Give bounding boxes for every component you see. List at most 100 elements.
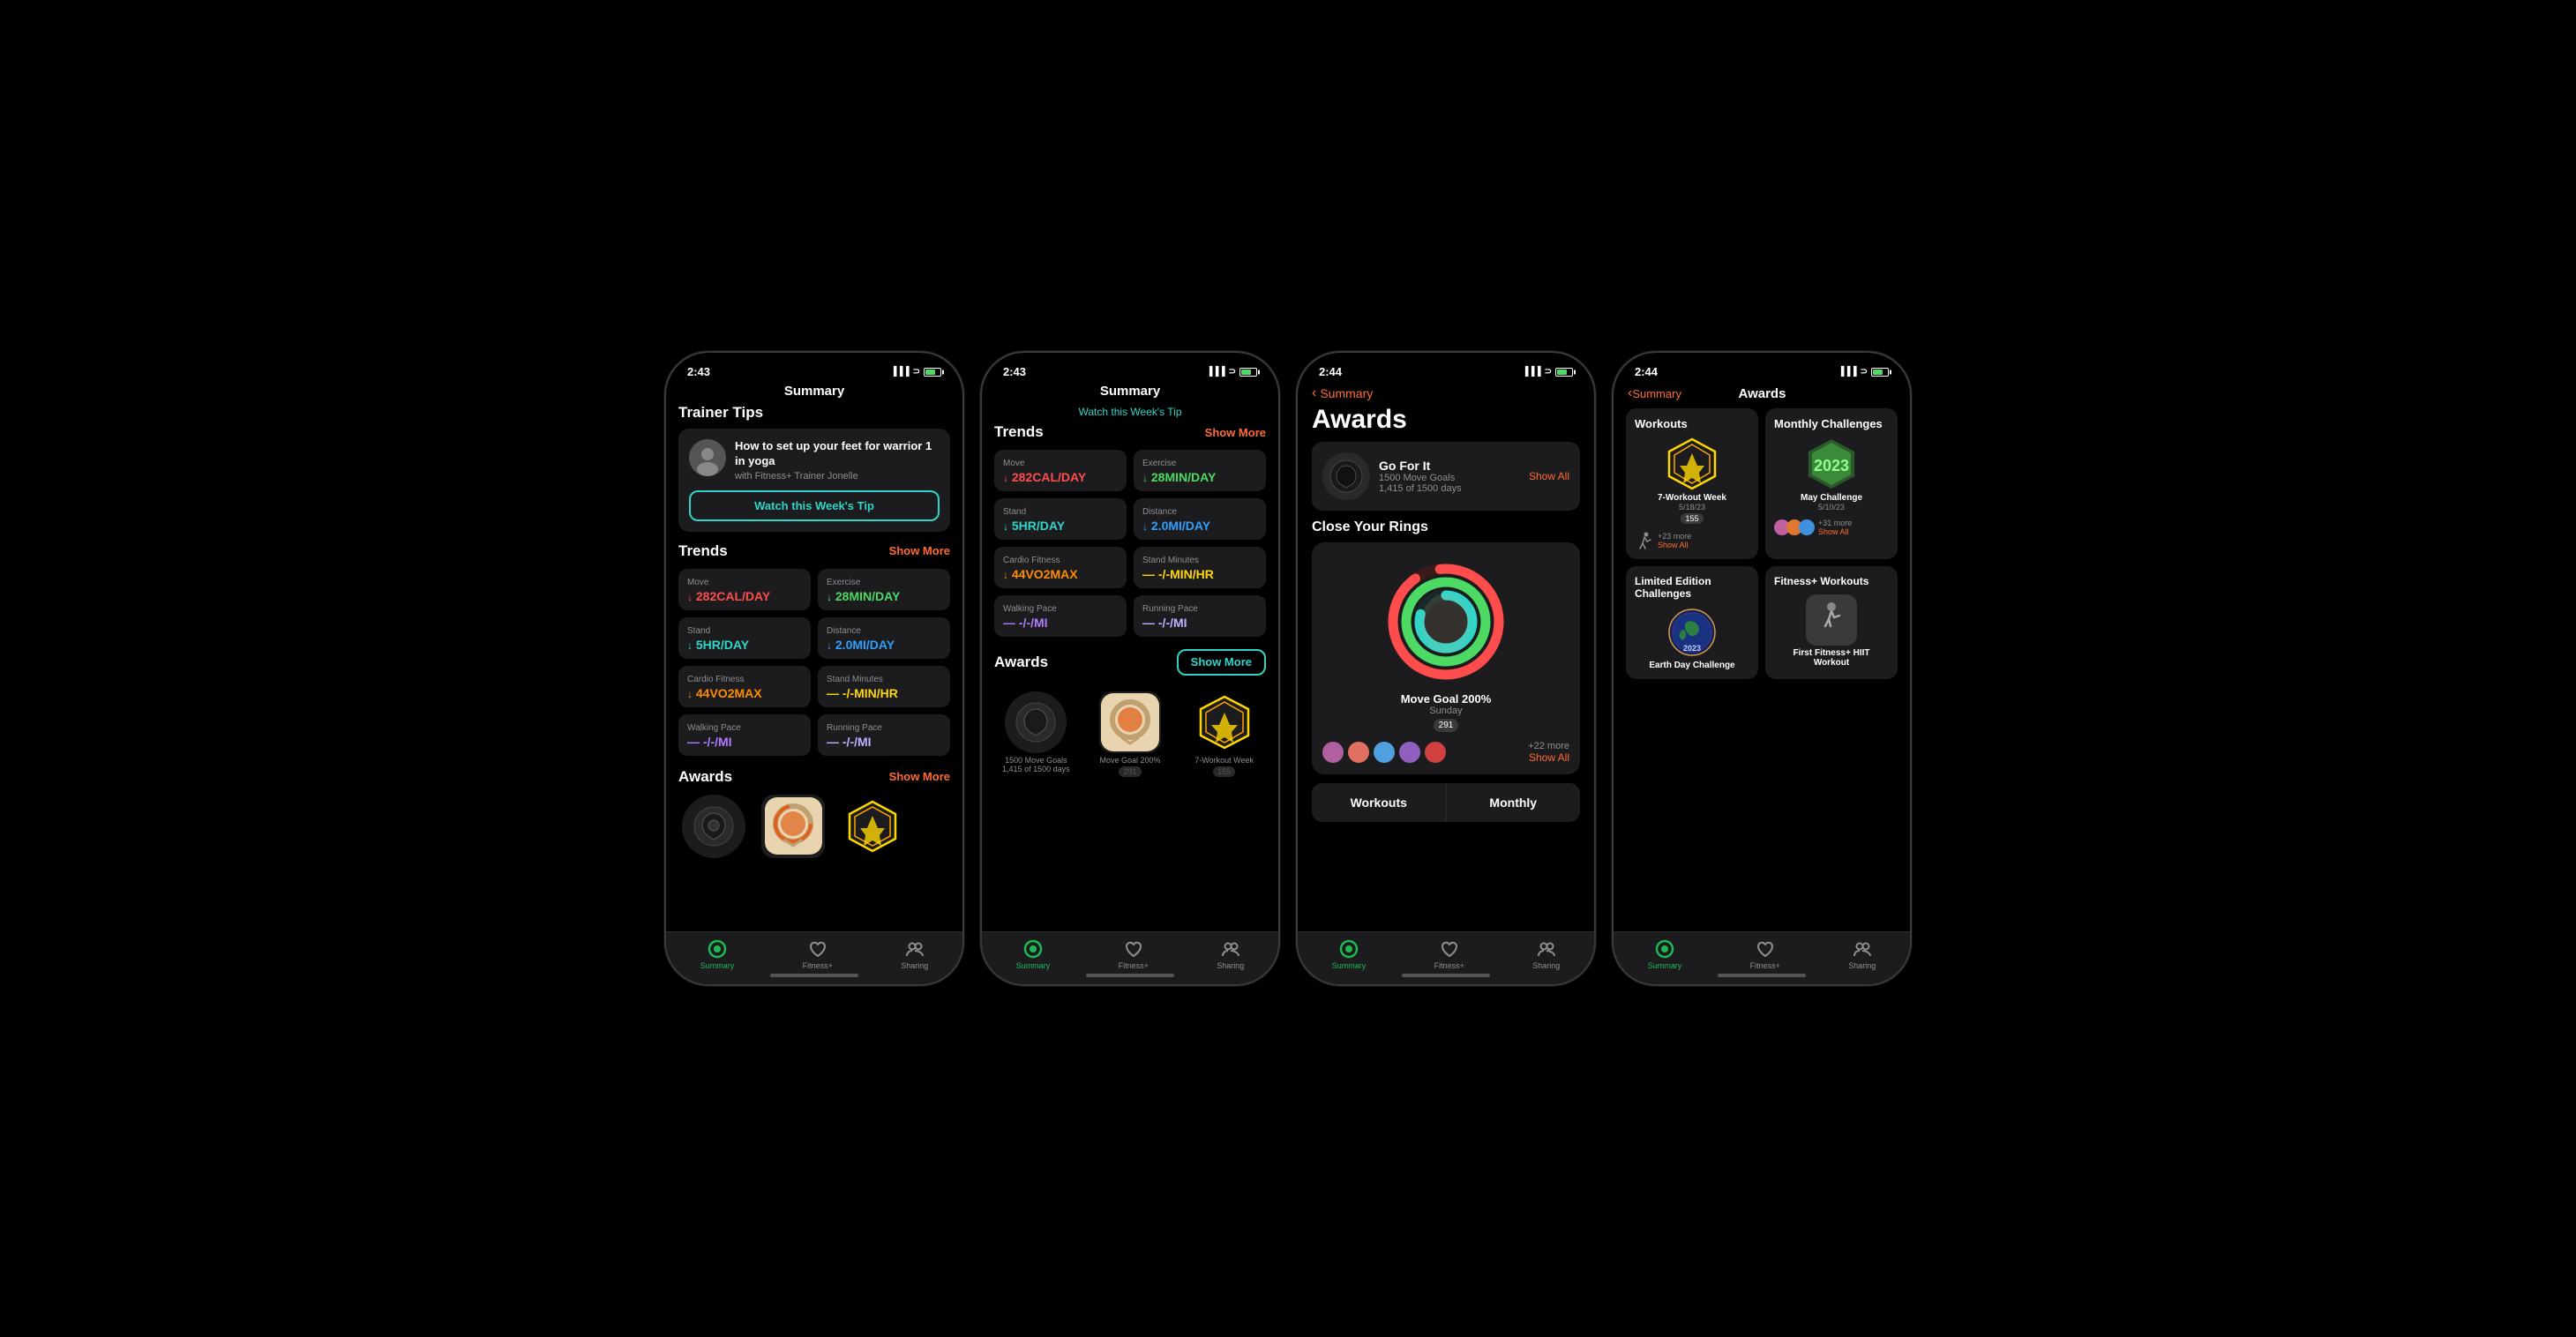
phone-1-nav-title: Summary [666,382,962,404]
wifi-icon-2: ⊃ [1229,367,1236,377]
phone-3-screen: 2:44 ▐▐▐ ⊃ ‹ Summary Awards [1298,353,1594,984]
phone-4-back: ‹ Summary [1628,385,1681,401]
signal-icon: ▐▐▐ [890,367,909,377]
p2-award-3: 7-Workout Week 155 [1182,691,1266,777]
go-for-it-sub2: 1,415 of 1500 days [1379,483,1520,494]
rings-show-all[interactable]: Show All [1529,751,1569,764]
trend-running: Running Pace — -/-/MI [818,714,950,756]
phone-4-dual-header: ‹ Summary Awards [1614,382,1910,401]
phone-2-trends-show-more[interactable]: Show More [1205,426,1266,439]
phone-2-awards-show-more-btn[interactable]: Show More [1177,649,1266,676]
phone-2: 2:43 ▐▐▐ ⊃ Summary Watch this Week's Tip… [980,351,1280,986]
phone-4-content: Workouts 7-Workout Week 5/18/23 155 [1614,401,1910,946]
p2-trend-running: Running Pace — -/-/MI [1134,595,1266,637]
p2-trend-walking: Walking Pace — -/-/MI [994,595,1127,637]
workouts-section: Workouts 7-Workout Week 5/18/23 155 [1626,408,1758,559]
nav-summary-3[interactable]: Summary [1332,939,1367,970]
nav-label-summary-4: Summary [1648,961,1682,970]
nav-sharing-2[interactable]: Sharing [1217,939,1244,970]
battery-icon-4 [1871,368,1889,377]
tab-workouts[interactable]: Workouts [1312,783,1446,822]
monthly-section: Monthly Challenges 2023 May Challenge 5/… [1765,408,1898,559]
rings-dots-row: +22 more Show All [1322,741,1569,764]
nav-summary-1[interactable]: Summary [700,939,735,970]
phone-1: 2:43 ▐▐▐ ⊃ Summary Trainer Tips [664,351,964,986]
phone-3-content: Awards Go For It 1500 Move Goals [1298,401,1594,940]
phone-2-home-indicator [1086,974,1174,977]
phone-4: 2:44 ▐▐▐ ⊃ ‹ Summary Awards [1612,351,1912,986]
nav-label-fitness-4: Fitness+ [1750,961,1780,970]
watch-btn[interactable]: Watch this Week's Tip [689,490,940,521]
phone-1-screen: 2:43 ▐▐▐ ⊃ Summary Trainer Tips [666,353,962,984]
phone-1-trends-title: Trends [678,542,728,560]
phone-2-status-icons: ▐▐▐ ⊃ [1206,367,1257,377]
earth-day-title: Earth Day Challenge [1649,661,1734,670]
rings-more-count: +22 more [1528,741,1569,751]
phone-2-notch [1077,353,1183,383]
go-for-it-show-all[interactable]: Show All [1529,470,1569,482]
phone-2-scroll: Trends Show More Move ↓ 282CAL/DAY Exerc… [982,423,1278,956]
award-badge-1 [682,795,745,858]
phone-2-awards-row: 1500 Move Goals 1,415 of 1500 days [994,684,1266,784]
phone-2-trends-title: Trends [994,423,1044,441]
award-item-2 [758,795,828,858]
back-text-4[interactable]: Summary [1632,387,1681,400]
fitness-plus-title: Fitness+ Workouts [1774,575,1889,587]
tab-monthly[interactable]: Monthly [1446,783,1581,822]
battery-icon-2 [1239,368,1257,377]
trainer-tip-sub: with Fitness+ Trainer Jonelle [735,471,940,482]
nav-fitness-1[interactable]: Fitness+ [803,939,833,970]
limited-title: Limited Edition Challenges [1635,575,1749,600]
dot-4 [1399,742,1420,763]
signal-icon-4: ▐▐▐ [1838,367,1856,377]
workout-show-all[interactable]: Show All [1658,541,1691,549]
nav-sharing-1[interactable]: Sharing [901,939,928,970]
nav-summary-2[interactable]: Summary [1016,939,1051,970]
trainer-tip-title: How to set up your feet for warrior 1 in… [735,439,940,469]
phone-1-awards-show-more[interactable]: Show More [889,770,950,783]
workout-more-count: +23 more [1658,532,1691,541]
phone-4-status-icons: ▐▐▐ ⊃ [1838,367,1889,377]
dot-3 [1374,742,1395,763]
nav-sharing-4[interactable]: Sharing [1848,939,1876,970]
award-item-1 [678,795,749,858]
fitness-plus-section: Fitness+ Workouts First Fitness+ HIIT Wo… [1765,566,1898,679]
svg-text:2023: 2023 [1814,457,1849,474]
monthly-show-all[interactable]: Show All [1818,527,1852,536]
nav-label-fitness-2: Fitness+ [1119,961,1149,970]
dot-5 [1425,742,1446,763]
phone-1-trainer-tips-title: Trainer Tips [678,404,950,422]
nav-label-summary-2: Summary [1016,961,1051,970]
wifi-icon-4: ⊃ [1861,367,1868,377]
phone-2-awards-header: Awards Show More [994,649,1266,676]
phone-2-watch-tip[interactable]: Watch this Week's Tip [982,402,1278,423]
trend-cardio: Cardio Fitness ↓ 44VO2MAX [678,666,811,707]
monthly-more-count: +31 more [1818,519,1852,527]
back-text-3[interactable]: Summary [1320,386,1373,400]
workouts-title: Workouts [1635,417,1749,430]
phone-4-notch [1709,353,1815,383]
phone-1-trainer-card: How to set up your feet for warrior 1 in… [678,429,950,532]
battery-icon [924,368,941,377]
phone-2-trends-header: Trends Show More [994,423,1266,441]
trainer-text: How to set up your feet for warrior 1 in… [735,439,940,482]
signal-icon-2: ▐▐▐ [1206,367,1224,377]
dot-1 [1322,742,1344,763]
phone-4-home-indicator [1718,974,1806,977]
p2-award-2: Move Goal 200% 291 [1089,691,1172,777]
p2-trend-move: Move ↓ 282CAL/DAY [994,450,1127,491]
nav-sharing-3[interactable]: Sharing [1532,939,1560,970]
phone-4-page-title: Awards [1739,386,1786,401]
phone-3-page-title: Awards [1312,401,1580,442]
workout-more-row: +23 more Show All [1635,531,1749,550]
p2-trend-stand: Stand ↓ 5HR/DAY [994,498,1127,540]
nav-fitness-3[interactable]: Fitness+ [1434,939,1464,970]
nav-fitness-4[interactable]: Fitness+ [1750,939,1780,970]
phone-1-trends-show-more[interactable]: Show More [889,544,950,557]
nav-summary-4[interactable]: Summary [1648,939,1682,970]
award-badge-2 [761,795,825,858]
phone-4-time: 2:44 [1635,365,1658,378]
nav-fitness-2[interactable]: Fitness+ [1119,939,1149,970]
phone-3: 2:44 ▐▐▐ ⊃ ‹ Summary Awards [1296,351,1596,986]
limited-badge-container: 2023 Earth Day Challenge [1635,607,1749,670]
